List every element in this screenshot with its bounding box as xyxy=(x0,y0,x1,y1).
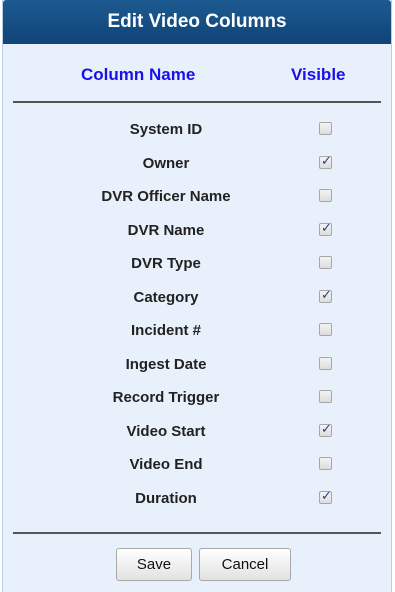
column-label: System ID xyxy=(129,121,203,138)
column-row: Video End xyxy=(3,447,393,481)
visible-header: Visible xyxy=(291,65,346,84)
visible-checkbox[interactable] xyxy=(319,256,332,269)
column-label: Ingest Date xyxy=(125,355,207,373)
column-row: Ingest Date xyxy=(3,347,393,381)
checkmark-icon: ✓ xyxy=(321,287,332,303)
column-row: Owner ✓ xyxy=(3,146,393,180)
edit-video-columns-dialog: Edit Video Columns Column Name Visible S… xyxy=(2,0,392,592)
column-list: System ID Owner ✓ DVR Officer Name DVR Name ✓… xyxy=(3,112,393,514)
column-label: Duration xyxy=(135,489,197,507)
column-label: DVR Officer Name xyxy=(101,188,231,205)
column-row: Video Start ✓ xyxy=(3,414,393,448)
bottom-divider xyxy=(13,532,381,534)
column-row: DVR Type xyxy=(3,246,393,280)
column-label: Incident # xyxy=(130,322,201,339)
column-row: Category ✓ xyxy=(3,280,393,314)
visible-checkbox[interactable]: ✓ xyxy=(319,421,332,437)
visible-checkbox[interactable] xyxy=(319,122,332,135)
column-row: DVR Name ✓ xyxy=(3,213,393,247)
column-label: Video End xyxy=(129,456,203,473)
visible-checkbox[interactable] xyxy=(319,390,332,403)
column-label: DVR Type xyxy=(131,255,201,272)
column-row: Record Trigger xyxy=(3,380,393,414)
visible-checkbox[interactable] xyxy=(319,189,332,202)
visible-checkbox[interactable]: ✓ xyxy=(319,488,332,504)
column-row: Incident # xyxy=(3,313,393,347)
visible-checkbox[interactable] xyxy=(319,457,332,470)
column-label: DVR Name xyxy=(127,221,205,239)
column-row: DVR Officer Name xyxy=(3,179,393,213)
column-label: Owner xyxy=(142,154,190,172)
column-label: Category xyxy=(133,288,199,306)
column-header-row: Column Name Visible xyxy=(3,44,391,104)
visible-checkbox[interactable] xyxy=(319,356,332,370)
visible-checkbox[interactable]: ✓ xyxy=(319,220,332,236)
column-label: Record Trigger xyxy=(112,389,220,406)
visible-checkbox[interactable]: ✓ xyxy=(319,287,332,303)
cancel-button[interactable]: Cancel xyxy=(199,548,291,581)
column-label: Video Start xyxy=(126,422,206,440)
column-row: Duration ✓ xyxy=(3,481,393,515)
top-divider xyxy=(13,101,381,103)
column-name-header: Column Name xyxy=(81,65,196,84)
column-row: System ID xyxy=(3,112,393,146)
visible-checkbox[interactable]: ✓ xyxy=(319,153,332,169)
checkmark-icon: ✓ xyxy=(321,488,332,504)
checkmark-icon: ✓ xyxy=(321,153,332,169)
checkmark-icon: ✓ xyxy=(321,220,332,236)
dialog-title: Edit Video Columns xyxy=(3,0,391,44)
visible-checkbox[interactable] xyxy=(319,323,332,336)
save-button[interactable]: Save xyxy=(116,548,192,581)
checkmark-icon: ✓ xyxy=(321,421,332,437)
